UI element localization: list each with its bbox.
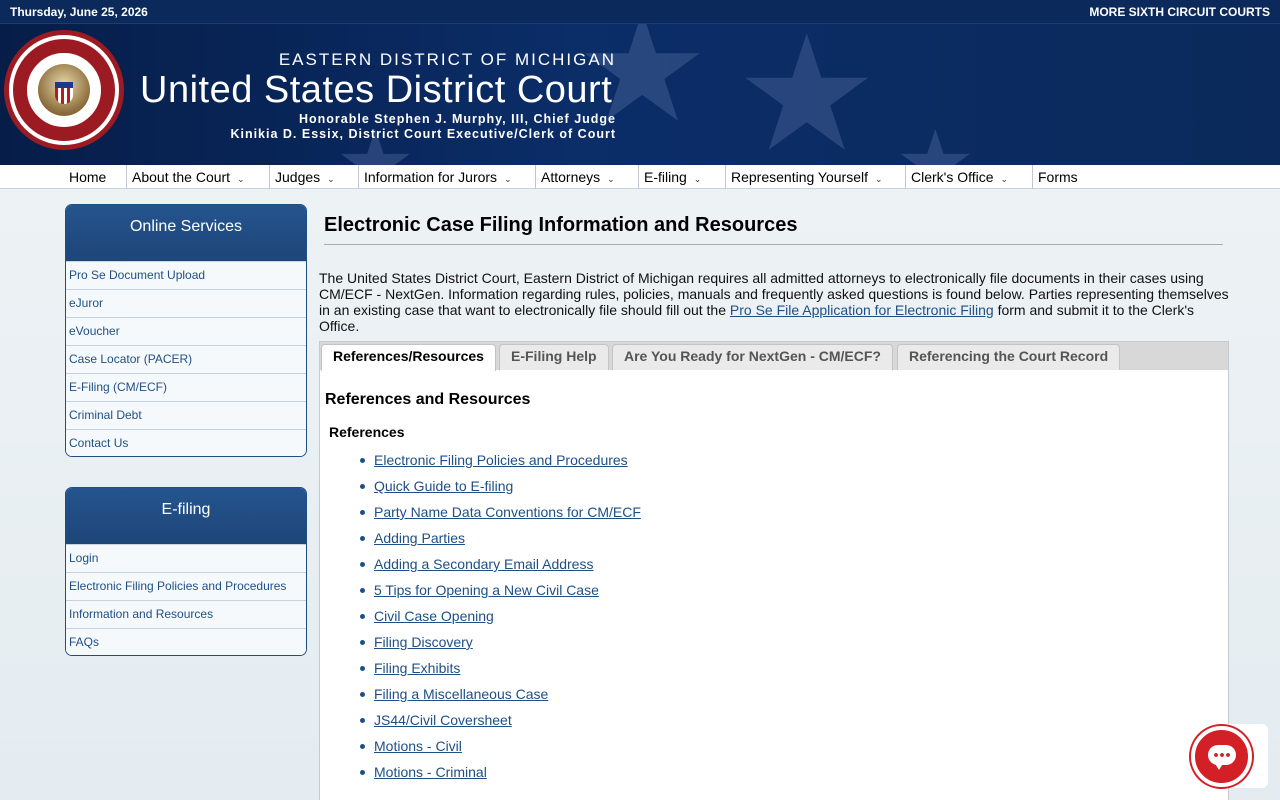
reference-link[interactable]: JS44/Civil Coversheet bbox=[374, 712, 512, 728]
main-nav: Home About the Court ⌄ Judges ⌄ Informatio… bbox=[0, 165, 1280, 189]
tab-references-resources[interactable]: References/Resources bbox=[321, 344, 496, 371]
nav-item-forms[interactable]: Forms bbox=[1032, 165, 1078, 189]
top-bar: Thursday, June 25, 2026 MORE SIXTH CIRCU… bbox=[0, 0, 1280, 23]
reference-link[interactable]: Civil Case Opening bbox=[374, 608, 494, 624]
reference-link[interactable]: 5 Tips for Opening a New Civil Case bbox=[374, 582, 599, 598]
reference-link[interactable]: Quick Guide to E-filing bbox=[374, 478, 513, 494]
reference-link[interactable]: Filing Discovery bbox=[374, 634, 473, 650]
list-item: Adding a Secondary Email Address bbox=[359, 556, 1223, 582]
court-titles: EASTERN DISTRICT OF MICHIGAN United Stat… bbox=[140, 50, 616, 142]
list-item: Filing Exhibits bbox=[359, 660, 1223, 686]
main-content: Electronic Case Filing Information and R… bbox=[319, 214, 1229, 800]
sidebar-item-evoucher[interactable]: eVoucher bbox=[66, 317, 306, 345]
nav-item-label: Judges bbox=[275, 169, 321, 185]
banner-star-icon: ★ bbox=[895, 111, 976, 166]
eagle-icon bbox=[38, 64, 90, 116]
clerk-of-court: Kinikia D. Essix, District Court Executi… bbox=[230, 127, 616, 141]
page-title: Electronic Case Filing Information and R… bbox=[324, 214, 1223, 245]
intro-paragraph: The United States District Court, Easter… bbox=[319, 270, 1229, 334]
nav-item-label: Representing Yourself bbox=[731, 169, 868, 185]
chevron-down-icon: ⌄ bbox=[504, 174, 512, 184]
nav-item-label: Information for Jurors bbox=[364, 169, 498, 185]
chevron-down-icon: ⌄ bbox=[693, 174, 702, 184]
shield-icon bbox=[55, 82, 73, 104]
sidebar-item-efiling-policies[interactable]: Electronic Filing Policies and Procedure… bbox=[66, 572, 306, 600]
sidebar-item-pro-se-document-upload[interactable]: Pro Se Document Upload bbox=[66, 261, 306, 289]
sidebar-item-case-locator[interactable]: Case Locator (PACER) bbox=[66, 345, 306, 373]
current-date: Thursday, June 25, 2026 bbox=[10, 4, 148, 19]
reference-link[interactable]: Filing Exhibits bbox=[374, 660, 460, 676]
online-services-title: Online Services bbox=[66, 205, 306, 261]
sidebar-item-login[interactable]: Login bbox=[66, 544, 306, 572]
list-item: Filing a Miscellaneous Case bbox=[359, 686, 1223, 712]
chevron-down-icon: ⌄ bbox=[875, 174, 883, 184]
tab-bar: References/Resources E-Filing Help Are Y… bbox=[320, 342, 1228, 371]
tab-are-you-ready-for-nextgen[interactable]: Are You Ready for NextGen - CM/ECF? bbox=[612, 344, 893, 370]
district-name: EASTERN DISTRICT OF MICHIGAN bbox=[278, 50, 616, 69]
list-item: Filing Discovery bbox=[359, 634, 1223, 660]
panel-heading: References and Resources bbox=[325, 391, 531, 408]
list-item: Electronic Filing Policies and Procedure… bbox=[359, 452, 1223, 478]
reference-link[interactable]: Adding Parties bbox=[374, 530, 465, 546]
tab-referencing-the-court-record[interactable]: Referencing the Court Record bbox=[897, 344, 1121, 370]
nav-item-label: Home bbox=[69, 169, 107, 185]
list-item: Motions - Civil bbox=[359, 738, 1223, 764]
nav-item-representing-yourself[interactable]: Representing Yourself ⌄ bbox=[725, 165, 883, 189]
sidebar-item-ejuror[interactable]: eJuror bbox=[66, 289, 306, 317]
online-services-box: Online Services Pro Se Document Upload e… bbox=[65, 204, 307, 457]
reference-link[interactable]: Adding a Secondary Email Address bbox=[374, 556, 593, 572]
list-item: Party Name Data Conventions for CM/ECF bbox=[359, 504, 1223, 530]
nav-item-information-for-jurors[interactable]: Information for Jurors ⌄ bbox=[358, 165, 512, 189]
reference-link[interactable]: Electronic Filing Policies and Procedure… bbox=[374, 452, 628, 468]
efiling-title: E-filing bbox=[66, 488, 306, 544]
sidebar-item-e-filing-cm-ecf[interactable]: E-Filing (CM/ECF) bbox=[66, 373, 306, 401]
reference-link[interactable]: Motions - Civil bbox=[374, 738, 462, 754]
site-banner: ★ ★ ★ ★ EASTERN DISTRICT OF MICHIGAN Uni… bbox=[0, 23, 1280, 165]
chevron-down-icon: ⌄ bbox=[607, 174, 615, 184]
nav-item-clerks-office[interactable]: Clerk's Office ⌄ bbox=[905, 165, 1008, 189]
tab-panel-references: References and Resources References Elec… bbox=[320, 391, 1228, 790]
sidebar-item-contact-us[interactable]: Contact Us bbox=[66, 429, 306, 456]
tab-e-filing-help[interactable]: E-Filing Help bbox=[499, 344, 609, 370]
nav-item-e-filing[interactable]: E-filing ⌄ bbox=[638, 165, 701, 189]
nav-item-about-the-court[interactable]: About the Court ⌄ bbox=[126, 165, 245, 189]
sidebar-item-information-and-resources[interactable]: Information and Resources bbox=[66, 600, 306, 628]
chat-button[interactable] bbox=[1191, 726, 1252, 787]
banner-star-icon: ★ bbox=[735, 23, 879, 165]
sidebar-item-criminal-debt[interactable]: Criminal Debt bbox=[66, 401, 306, 429]
efiling-box: E-filing Login Electronic Filing Policie… bbox=[65, 487, 307, 656]
list-item: Civil Case Opening bbox=[359, 608, 1223, 634]
sidebar-item-faqs[interactable]: FAQs bbox=[66, 628, 306, 655]
court-seal-logo[interactable] bbox=[4, 30, 124, 150]
court-name[interactable]: United States District Court bbox=[140, 70, 616, 110]
list-item: Quick Guide to E-filing bbox=[359, 478, 1223, 504]
reference-link[interactable]: Motions - Criminal bbox=[374, 764, 487, 780]
tabs-container: References/Resources E-Filing Help Are Y… bbox=[319, 341, 1229, 800]
nav-item-label: E-filing bbox=[644, 169, 687, 185]
chevron-down-icon: ⌄ bbox=[237, 174, 245, 184]
nav-item-label: About the Court bbox=[132, 169, 231, 185]
reference-link[interactable]: Party Name Data Conventions for CM/ECF bbox=[374, 504, 641, 520]
nav-item-label: Clerk's Office bbox=[911, 169, 994, 185]
pro-se-application-link[interactable]: Pro Se File Application for Electronic F… bbox=[730, 302, 994, 318]
chevron-down-icon: ⌄ bbox=[327, 174, 335, 184]
list-item: 5 Tips for Opening a New Civil Case bbox=[359, 582, 1223, 608]
nav-item-judges[interactable]: Judges ⌄ bbox=[269, 165, 335, 189]
chat-dots-icon bbox=[1213, 753, 1231, 757]
nav-item-label: Attorneys bbox=[541, 169, 601, 185]
chief-judge: Honorable Stephen J. Murphy, III, Chief … bbox=[298, 112, 616, 126]
more-sixth-circuit-courts-link[interactable]: MORE SIXTH CIRCUIT COURTS bbox=[1089, 5, 1270, 19]
nav-item-home[interactable]: Home bbox=[64, 165, 106, 189]
nav-item-label: Forms bbox=[1038, 169, 1078, 185]
section-heading: References bbox=[329, 424, 405, 440]
list-item: Adding Parties bbox=[359, 530, 1223, 556]
reference-link[interactable]: Filing a Miscellaneous Case bbox=[374, 686, 548, 702]
references-list: Electronic Filing Policies and Procedure… bbox=[359, 452, 1223, 790]
list-item: JS44/Civil Coversheet bbox=[359, 712, 1223, 738]
chevron-down-icon: ⌄ bbox=[1000, 174, 1009, 184]
list-item: Motions - Criminal bbox=[359, 764, 1223, 790]
nav-item-attorneys[interactable]: Attorneys ⌄ bbox=[535, 165, 615, 189]
